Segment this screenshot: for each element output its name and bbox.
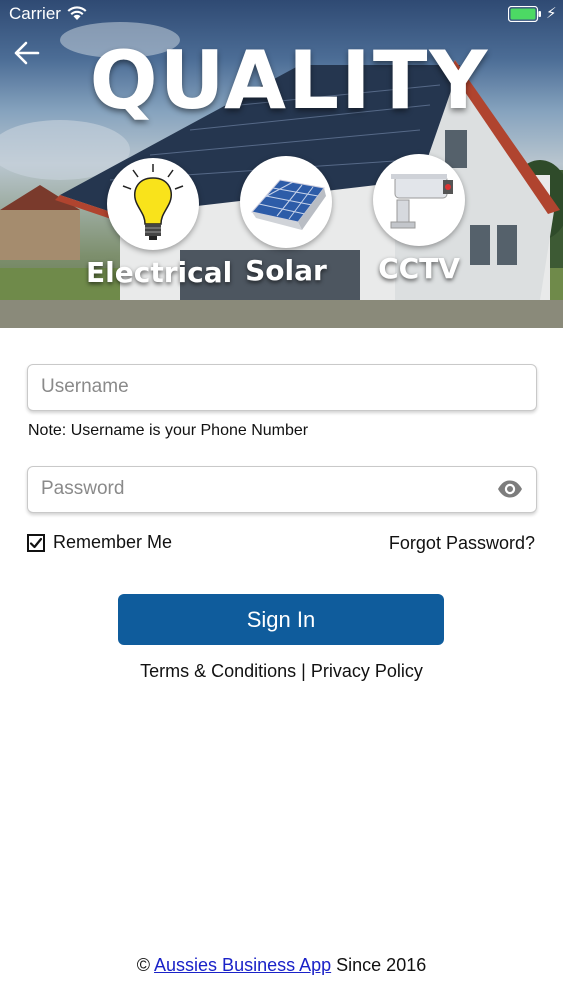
solar-panel-icon [240,156,332,248]
service-solar: Solar [236,156,336,287]
charging-bolt-icon: ⚡ [546,5,557,22]
service-label-solar: Solar [245,254,327,287]
password-field [27,466,537,513]
remember-me-toggle[interactable]: Remember Me [27,532,172,553]
battery-icon [508,6,541,22]
service-label-cctv: CCTV [378,252,460,285]
wifi-icon [67,6,87,20]
lightbulb-icon [107,158,199,250]
copyright-symbol: © [136,955,151,975]
remember-me-label: Remember Me [53,532,173,552]
service-cctv: CCTV [370,154,468,285]
service-label-electrical: Electrical [86,256,233,289]
status-bar: Carrier ⚡ [0,0,563,30]
terms-conditions-link[interactable]: Terms & Conditions [140,661,296,681]
privacy-policy-link[interactable]: Privacy Policy [311,661,423,681]
password-input[interactable] [28,467,494,510]
username-input[interactable] [28,365,494,408]
service-electrical: Electrical [86,158,233,289]
remember-me-checkbox[interactable] [27,533,45,552]
security-camera-icon [373,154,465,246]
aussies-business-app-link[interactable]: Aussies Business App [154,955,331,975]
hero-banner: Carrier ⚡ QUALITY Electrical Solar CCTV [0,0,563,328]
legal-links: Terms & Conditions | Privacy Policy [0,661,563,682]
hero-title: QUALITY [89,34,490,127]
forgot-password-link[interactable]: Forgot Password? [389,533,535,554]
legal-separator: | [296,661,311,681]
username-field [27,364,537,411]
sign-in-button[interactable]: Sign In [118,594,444,645]
checkmark-icon [29,537,43,548]
show-password-eye-icon[interactable] [497,479,523,499]
username-note: Note: Username is your Phone Number [28,422,309,439]
since-text: Since 2016 [336,955,427,975]
carrier-label: Carrier [9,4,61,23]
footer: © Aussies Business App Since 2016 [0,955,563,976]
